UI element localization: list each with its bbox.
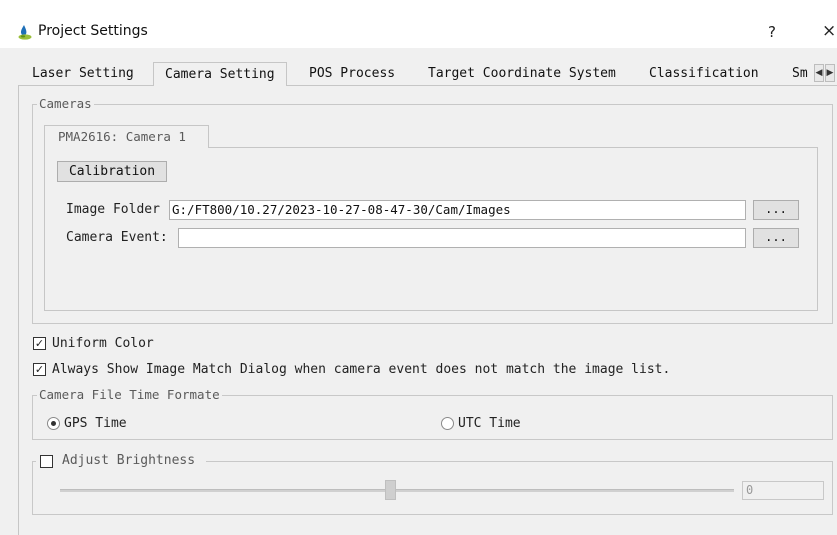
image-folder-input[interactable]: G:/FT800/10.27/2023-10-27-08-47-30/Cam/I… — [169, 200, 746, 220]
camera-event-browse-button[interactable]: ... — [753, 228, 799, 248]
tab-bar: Laser Setting Camera Setting POS Process… — [18, 62, 837, 86]
image-folder-label: Image Folder — [66, 202, 160, 217]
tab-pos-process[interactable]: POS Process — [309, 64, 395, 84]
brightness-slider-handle[interactable] — [385, 480, 396, 500]
help-button[interactable]: ? — [768, 23, 776, 41]
window-title: Project Settings — [38, 23, 148, 39]
tab-camera-setting[interactable]: Camera Setting — [153, 62, 287, 86]
tab-classification[interactable]: Classification — [649, 64, 759, 84]
utc-time-label: UTC Time — [458, 416, 521, 431]
tab-scroll-left-button[interactable]: ◀ — [814, 64, 824, 82]
time-format-group-title: Camera File Time Formate — [37, 387, 222, 402]
brightness-slider-track[interactable] — [60, 489, 734, 492]
tab-scroll-right-button[interactable]: ▶ — [825, 64, 835, 82]
brightness-value-input[interactable]: 0 — [742, 481, 824, 500]
image-folder-browse-button[interactable]: ... — [753, 200, 799, 220]
close-button[interactable]: × — [822, 21, 836, 41]
tab-camera-1[interactable]: PMA2616: Camera 1 — [44, 125, 209, 148]
always-show-match-dialog-checkbox[interactable]: ✓ — [33, 363, 46, 376]
tab-target-coordinate-system[interactable]: Target Coordinate System — [428, 64, 616, 84]
utc-time-radio[interactable] — [441, 417, 454, 430]
adjust-brightness-checkbox[interactable] — [40, 455, 53, 468]
always-show-match-dialog-label: Always Show Image Match Dialog when came… — [52, 362, 671, 377]
cameras-group-title: Cameras — [37, 96, 94, 111]
brightness-group — [32, 461, 833, 515]
tab-laser-setting[interactable]: Laser Setting — [32, 64, 134, 84]
gps-time-label: GPS Time — [64, 416, 127, 431]
uniform-color-label: Uniform Color — [52, 336, 154, 351]
gps-time-radio[interactable] — [47, 417, 60, 430]
app-logo-icon — [18, 25, 32, 40]
camera-event-label: Camera Event: — [66, 230, 168, 245]
camera-event-input[interactable] — [178, 228, 746, 248]
tab-sm-truncated[interactable]: Sm — [792, 64, 808, 84]
calibration-button[interactable]: Calibration — [57, 161, 167, 182]
adjust-brightness-label: Adjust Brightness — [62, 453, 196, 468]
uniform-color-checkbox[interactable]: ✓ — [33, 337, 46, 350]
